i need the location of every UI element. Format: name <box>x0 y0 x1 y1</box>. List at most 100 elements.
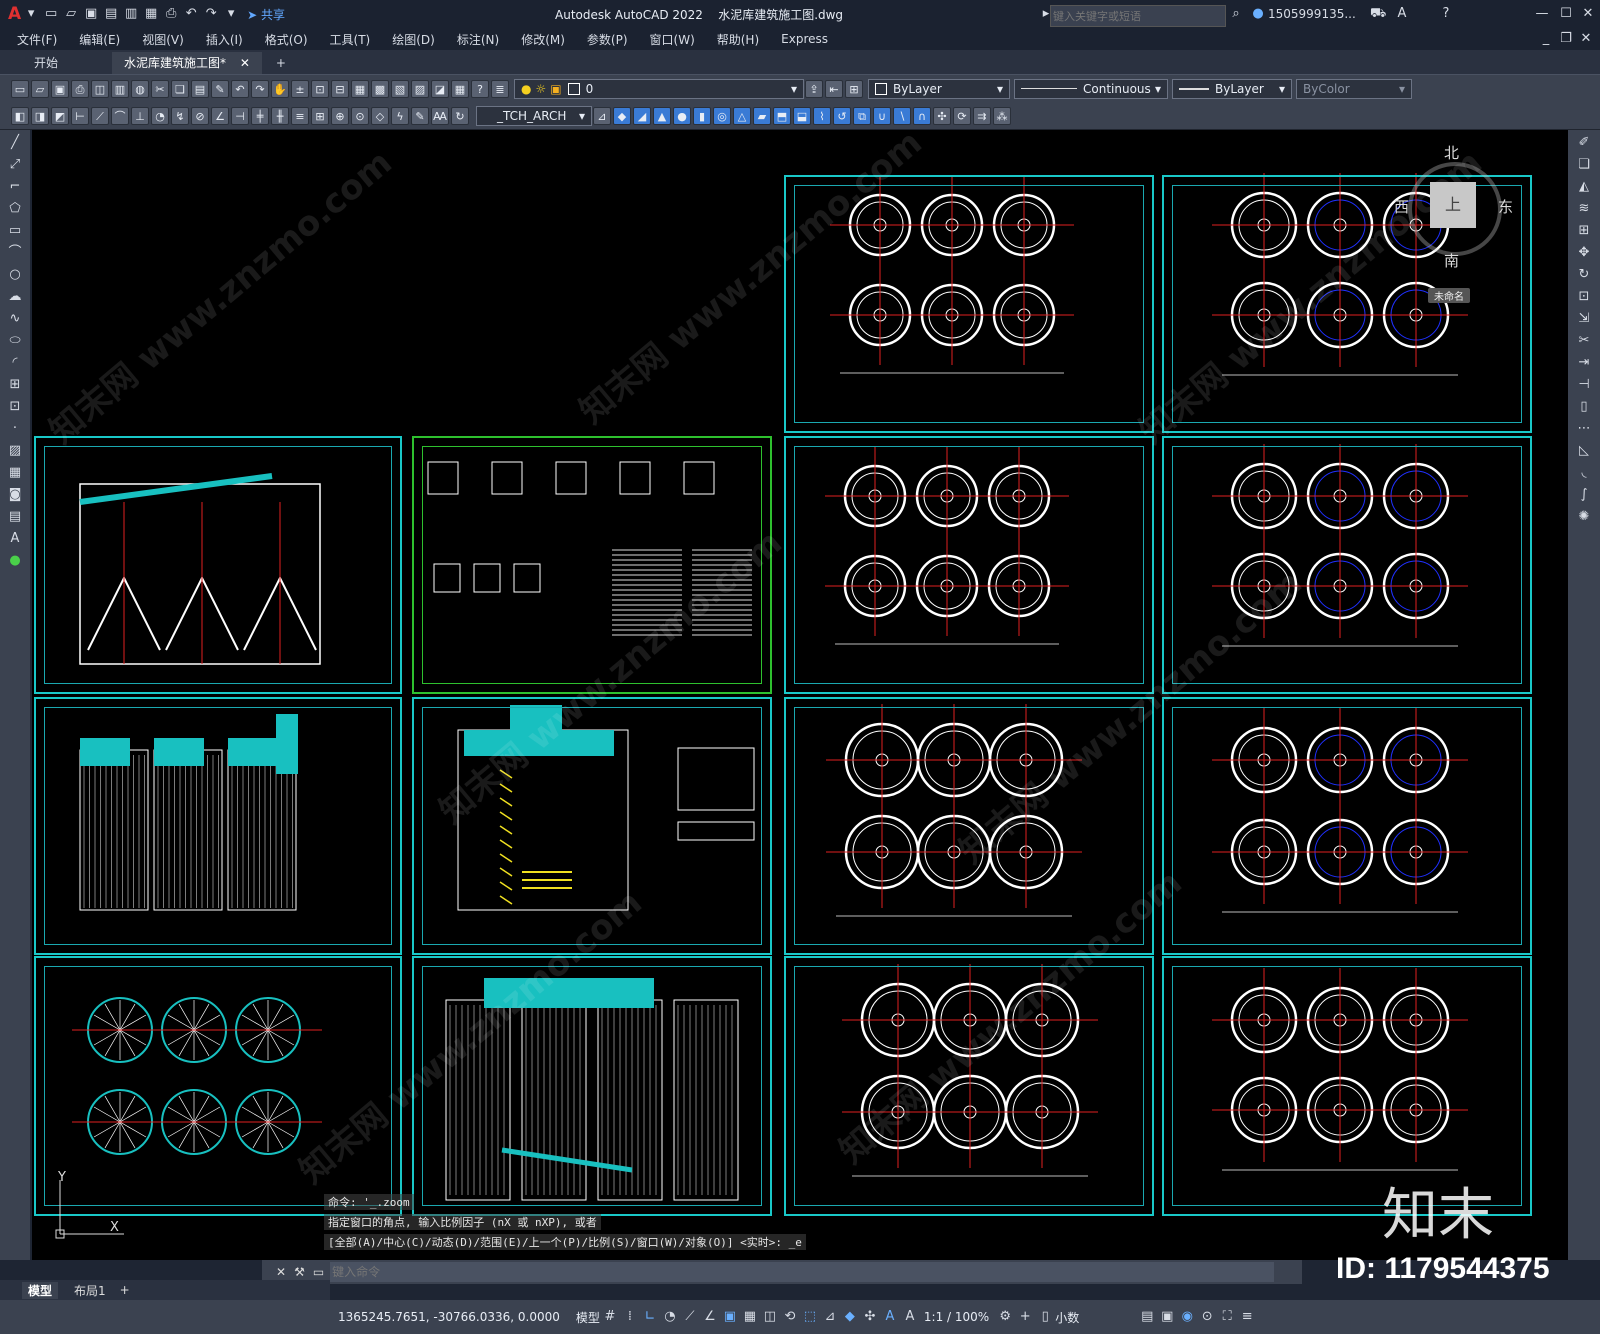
break-point-icon[interactable]: ⊣ <box>1575 376 1593 394</box>
tolerance-icon[interactable]: ⊕ <box>331 106 349 125</box>
viewcube[interactable]: 北 西 东 南 上 未命名 <box>1394 142 1513 303</box>
tab-drawing[interactable]: 水泥库建筑施工图* ✕ <box>112 52 262 74</box>
dim-diameter-icon[interactable]: ⊘ <box>191 106 209 125</box>
presspull-icon[interactable]: ⬓ <box>793 106 811 125</box>
lock-ui-icon[interactable]: ▣ <box>1159 1309 1175 1325</box>
dim-linear-icon[interactable]: ⊢ <box>71 106 89 125</box>
design-center-icon[interactable]: ▩ <box>371 79 389 98</box>
save-toolbar-icon[interactable]: ▣ <box>51 79 69 98</box>
new-file-icon[interactable]: ▭ <box>43 6 59 22</box>
undo-toolbar-icon[interactable]: ↶ <box>231 79 249 98</box>
search-icon[interactable]: ⌕ <box>1228 6 1244 22</box>
break-icon[interactable]: ▯ <box>1575 398 1593 416</box>
ellipse-arc-icon[interactable]: ◜ <box>6 354 24 372</box>
ortho-icon[interactable]: ∟ <box>642 1309 658 1325</box>
planar-icon[interactable]: ▰ <box>753 106 771 125</box>
command-close-icon[interactable]: ✕ <box>276 1265 286 1279</box>
dim-jogged-icon[interactable]: ↯ <box>171 106 189 125</box>
subtract-icon[interactable]: ∖ <box>893 106 911 125</box>
close-icon[interactable]: ✕ <box>1580 6 1596 22</box>
rotate-icon[interactable]: ↻ <box>1575 266 1593 284</box>
dim-radius-icon[interactable]: ◔ <box>151 106 169 125</box>
mtext-icon[interactable]: A <box>6 530 24 548</box>
user-icon[interactable]: ● <box>1250 6 1266 22</box>
quick-dim-icon[interactable]: ⊣ <box>231 106 249 125</box>
isodraft-icon[interactable]: ⟋ <box>682 1309 698 1325</box>
pan-icon[interactable]: ✋ <box>271 79 289 98</box>
doc-restore-icon[interactable]: ❐ <box>1558 31 1574 47</box>
publish-toolbar-icon[interactable]: ▥ <box>111 79 129 98</box>
dim-edit-icon[interactable]: ✎ <box>411 106 429 125</box>
polygon-icon[interactable]: ⬠ <box>6 200 24 218</box>
intersect-icon[interactable]: ∩ <box>913 106 931 125</box>
markup-icon[interactable]: ◪ <box>431 79 449 98</box>
mirror-icon[interactable]: ◭ <box>1575 178 1593 196</box>
dim-continue-icon[interactable]: ╫ <box>271 106 289 125</box>
move-icon[interactable]: ✥ <box>1575 244 1593 262</box>
web-icon[interactable]: ◍ <box>131 79 149 98</box>
blend-icon[interactable]: ∫ <box>1575 486 1593 504</box>
fillet-icon[interactable]: ◟ <box>1575 464 1593 482</box>
spline-icon[interactable]: ∿ <box>6 310 24 328</box>
cone-icon[interactable]: ▲ <box>653 106 671 125</box>
dim-aligned-icon[interactable]: ⟋ <box>91 106 109 125</box>
array-icon[interactable]: ⊞ <box>1575 222 1593 240</box>
polar-icon[interactable]: ◔ <box>662 1309 678 1325</box>
command-input[interactable] <box>330 1262 1275 1282</box>
menu-tools[interactable]: 工具(T) <box>319 31 382 48</box>
annotation-monitor-icon[interactable]: + <box>1017 1309 1033 1325</box>
transparency-icon[interactable]: ◫ <box>762 1309 778 1325</box>
paste-icon[interactable]: ▤ <box>191 79 209 98</box>
save-icon[interactable]: ▣ <box>83 6 99 22</box>
open-file-icon[interactable]: ▱ <box>63 6 79 22</box>
region-icon[interactable]: ◙ <box>6 486 24 504</box>
add-layout-icon[interactable]: + <box>120 1283 130 1297</box>
circle-icon[interactable]: ○ <box>6 266 24 284</box>
ellipse-icon[interactable]: ⬭ <box>6 332 24 350</box>
preview-icon[interactable]: ◫ <box>91 79 109 98</box>
wedge-icon[interactable]: ◢ <box>633 106 651 125</box>
clean-screen-icon[interactable]: ⛶ <box>1219 1309 1235 1325</box>
construction-line-icon[interactable]: ⤢ <box>6 156 24 174</box>
menu-express[interactable]: Express <box>770 32 839 46</box>
customization-icon[interactable]: ≡ <box>1239 1309 1255 1325</box>
linetype-dropdown[interactable]: Continuous ▾ <box>1014 78 1168 99</box>
menu-dimension[interactable]: 标注(N) <box>446 31 510 48</box>
annotation-scale[interactable]: 1:1 / 100% <box>924 1310 989 1324</box>
3d-osnap-icon[interactable]: ⬚ <box>802 1309 818 1325</box>
add-selected-icon[interactable]: ● <box>6 552 24 570</box>
copy-object-icon[interactable]: ❏ <box>1575 156 1593 174</box>
lineweight-dropdown[interactable]: ByLayer ▾ <box>1172 78 1292 99</box>
trim-icon[interactable]: ✂ <box>1575 332 1593 350</box>
menu-draw[interactable]: 绘图(D) <box>381 31 446 48</box>
workspace-gear-icon[interactable]: ⚙ <box>997 1309 1013 1325</box>
gradient-icon[interactable]: ▦ <box>6 464 24 482</box>
doc-minimize-icon[interactable]: _ <box>1538 31 1554 47</box>
cut-icon[interactable]: ✂ <box>151 79 169 98</box>
open-icon[interactable]: ▱ <box>31 79 49 98</box>
dynamic-ucs-icon[interactable]: ⊿ <box>822 1309 838 1325</box>
annotation-visibility-icon[interactable]: A <box>882 1309 898 1325</box>
make-block-icon[interactable]: ⊡ <box>6 398 24 416</box>
center-mark-icon[interactable]: ⊙ <box>351 106 369 125</box>
menu-modify[interactable]: 修改(M) <box>510 31 576 48</box>
move3d-icon[interactable]: ✣ <box>933 106 951 125</box>
match-prop-icon[interactable]: ✎ <box>211 79 229 98</box>
tab-start[interactable]: 开始 <box>22 52 70 74</box>
hardware-accel-icon[interactable]: ⊙ <box>1199 1309 1215 1325</box>
extrude-icon[interactable]: ⬒ <box>773 106 791 125</box>
redo-toolbar-icon[interactable]: ↷ <box>251 79 269 98</box>
plot-icon[interactable]: ⎙ <box>163 6 179 22</box>
rectangle-icon[interactable]: ▭ <box>6 222 24 240</box>
object-snap-tracking-icon[interactable]: ∠ <box>702 1309 718 1325</box>
qnew-icon[interactable]: ▭ <box>11 79 29 98</box>
layout-tab-model[interactable]: 模型 <box>22 1281 59 1299</box>
pyramid-icon[interactable]: △ <box>733 106 751 125</box>
doc-close-icon[interactable]: ✕ <box>1578 31 1594 47</box>
selection-filter-icon[interactable]: ◆ <box>842 1309 858 1325</box>
revcloud-icon[interactable]: ☁ <box>6 288 24 306</box>
offset-icon[interactable]: ≋ <box>1575 200 1593 218</box>
menu-insert[interactable]: 插入(I) <box>195 31 254 48</box>
model-space-button[interactable]: 模型 <box>576 1309 600 1326</box>
zoom-realtime-icon[interactable]: ± <box>291 79 309 98</box>
